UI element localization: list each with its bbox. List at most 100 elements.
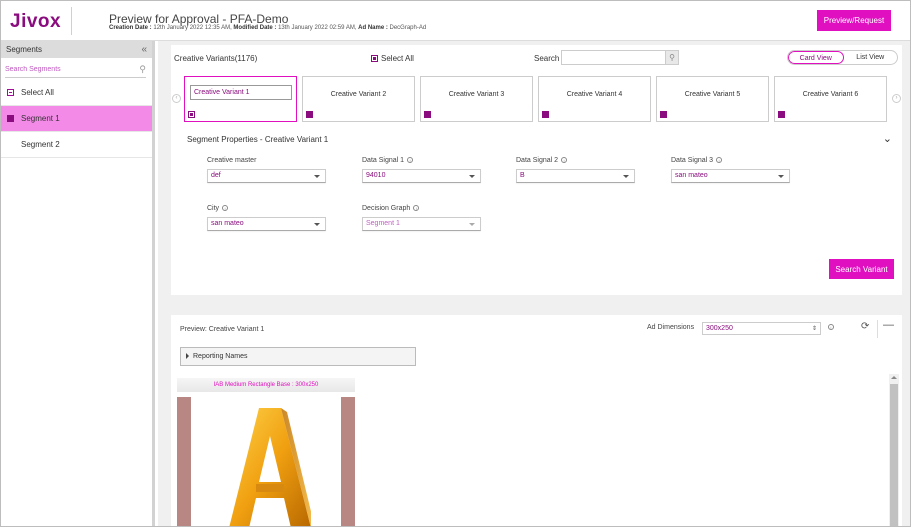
segment-select-all[interactable]: Select All [1,80,152,106]
chevron-down-icon[interactable]: ⌄ [883,132,892,145]
variant-label: Creative Variant 2 [330,91,387,98]
variant-card-2[interactable]: Creative Variant 2 [302,76,415,122]
search-segments-input[interactable] [5,66,125,73]
info-icon[interactable]: i [222,205,229,212]
select-value: san mateo [211,220,244,227]
variant-checkbox[interactable] [660,111,667,118]
variant-card-4[interactable]: Creative Variant 4 [538,76,651,122]
scroll-up-icon[interactable] [891,376,897,379]
variant-checkbox[interactable] [778,111,785,118]
variant-cards: Creative Variant 1 Creative Variant 2 Cr… [184,76,887,122]
data-signal-2-select[interactable]: B [516,169,635,183]
preview-panel: Preview: Creative Variant 1 Ad Dimension… [171,315,902,526]
refresh-icon[interactable]: ⟳ [861,321,869,332]
ad-dimensions-select[interactable]: 300x250 ⇕ [702,322,821,335]
segment-checkbox[interactable] [7,115,14,122]
preview-scrollbar[interactable] [889,374,899,526]
select-value: B [520,172,525,179]
info-icon[interactable]: i [407,157,414,164]
app-frame: Jivox Preview for Approval - PFA-Demo Cr… [0,0,911,527]
preview-title: Preview: Creative Variant 1 [180,326,265,333]
segment-label: Select All [21,88,54,97]
creative-master-field: Creative master def [207,157,326,183]
ad-side-bar-left [177,397,191,526]
page-title: Preview for Approval - PFA-Demo [109,12,289,26]
creative-variants-panel: Creative Variants(1176) Select All Searc… [171,45,902,129]
variant-card-1[interactable]: Creative Variant 1 [184,76,297,122]
variant-label: Creative Variant 5 [684,91,741,98]
ad-metadata: Creation Date : 12th January 2022 12:35 … [109,25,426,31]
creative-master-select[interactable]: def [207,169,326,183]
header-divider [71,7,72,35]
segment-label: Segment 2 [21,140,60,149]
city-select[interactable]: san mateo [207,217,326,231]
ad-letter-a-image [229,408,311,526]
info-icon[interactable]: i [828,324,834,330]
decision-graph-select: Segment 1 [362,217,481,231]
city-field: City i san mateo [207,205,326,231]
select-all-checkbox[interactable] [7,89,14,96]
field-label: Decision Graph [362,205,411,212]
variant-card-6[interactable]: Creative Variant 6 [774,76,887,122]
toolbar-divider [877,320,878,338]
jivox-logo: Jivox [10,11,62,32]
ad-side-bar-right [341,397,355,526]
dropdown-arrow-icon [469,175,475,178]
updown-arrow-icon: ⇕ [811,326,817,332]
select-value: Segment 1 [366,220,400,227]
creation-date-label: Creation Date : [109,25,152,31]
sidebar-header: Segments « [1,41,152,58]
variant-label: Creative Variant 4 [566,91,623,98]
collapse-sidebar-icon[interactable]: « [141,44,147,55]
variant-checkbox[interactable] [424,111,431,118]
select-value: san mateo [675,172,708,179]
variants-select-all[interactable]: Select All [371,54,414,63]
ad-dimensions-label: Ad Dimensions [647,324,695,331]
decision-graph-field: Decision Graph i Segment 1 [362,205,481,231]
variant-label: Creative Variant 6 [802,91,859,98]
dropdown-arrow-icon [314,223,320,226]
select-all-checkbox[interactable] [371,55,378,62]
segment-checkbox[interactable] [7,141,14,148]
field-label-row: Data Signal 1i [362,157,481,169]
data-signal-1-field: Data Signal 1i 94010 [362,157,481,183]
search-icon[interactable]: ⚲ [665,51,678,64]
minimize-icon[interactable]: — [883,319,894,331]
next-arrow-icon[interactable]: › [892,94,901,103]
card-view-button[interactable]: Card View [788,51,844,64]
preview-request-button[interactable]: Preview/Request [817,10,891,31]
variant-checkbox[interactable] [188,111,195,118]
search-icon[interactable]: ⚲ [139,64,146,75]
segment-item-2[interactable]: Segment 2 [1,132,152,158]
info-icon[interactable]: i [716,157,723,164]
variant-card-5[interactable]: Creative Variant 5 [656,76,769,122]
data-signal-3-select[interactable]: san mateo [671,169,790,183]
data-signal-1-select[interactable]: 94010 [362,169,481,183]
expand-arrow-icon [186,353,189,360]
variant-card-3[interactable]: Creative Variant 3 [420,76,533,122]
dropdown-arrow-icon [778,175,784,178]
list-view-button[interactable]: List View [844,51,898,64]
variant-name-input[interactable]: Creative Variant 1 [190,85,292,100]
field-label: City [207,205,220,212]
field-label: Creative master [207,157,257,164]
segment-label: Segment 1 [21,114,60,123]
select-value: 300x250 [706,325,733,332]
info-icon[interactable]: i [561,157,568,164]
variant-checkbox[interactable] [542,111,549,118]
field-label: Data Signal 1 [362,157,405,164]
variant-checkbox[interactable] [306,111,313,118]
modified-date-value: 13th January 2022 02:59 AM, [278,25,357,31]
scrollbar-thumb[interactable] [890,384,898,526]
info-icon[interactable]: i [413,205,420,212]
field-label: Data Signal 2 [516,157,559,164]
reporting-names-expander[interactable]: Reporting Names [180,347,416,366]
reporting-names-label: Reporting Names [193,353,248,360]
creation-date-value: 12th January 2022 12:35 AM, [153,25,232,31]
creative-variants-title: Creative Variants(1176) [174,54,258,63]
prev-arrow-icon[interactable]: ‹ [172,94,181,103]
segment-item-1[interactable]: Segment 1 [1,106,152,132]
segments-sidebar: Segments « ⚲ Select All Segment 1 Segmen… [1,41,155,526]
search-variant-button[interactable]: Search Variant [829,259,894,279]
variant-search-input[interactable]: ⚲ [561,50,679,65]
